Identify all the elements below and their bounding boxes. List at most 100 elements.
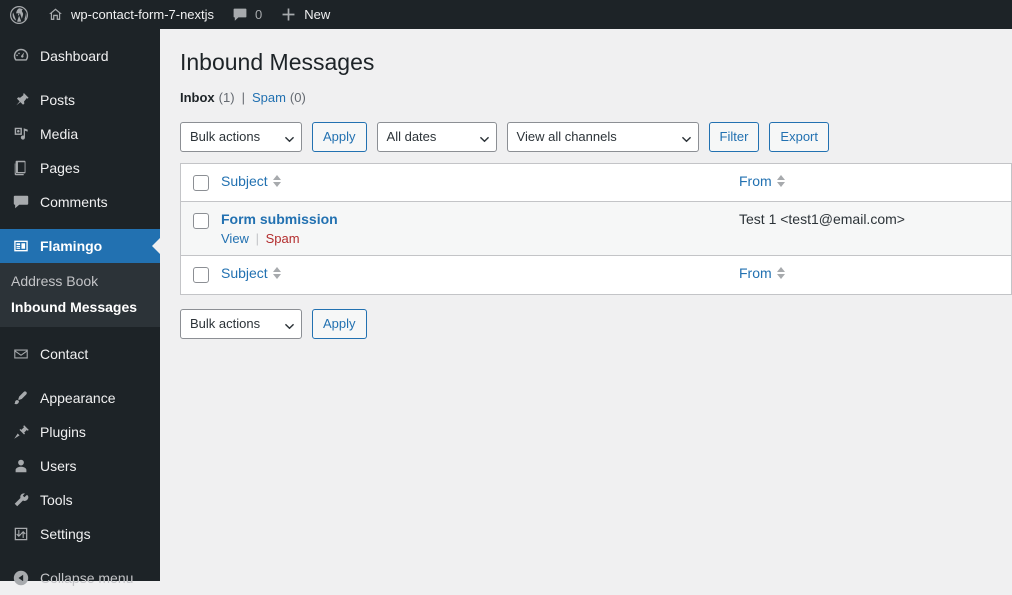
- page-title: Inbound Messages: [180, 49, 375, 75]
- bulk-actions-value: Bulk actions: [190, 129, 261, 145]
- view-link-spam[interactable]: Spam: [252, 90, 286, 105]
- select-all-cell-top: [181, 164, 221, 191]
- media-icon: [11, 124, 31, 144]
- admin-bar: wp-contact-form-7-nextjs 0 New: [0, 0, 1012, 29]
- filter-button[interactable]: Filter: [708, 121, 760, 152]
- column-header-from-top: From: [721, 164, 1011, 198]
- sidebar-item-tools[interactable]: Tools: [0, 483, 160, 517]
- cell-from: Test 1 <test1@email.com>: [721, 202, 1011, 236]
- sidebar-item-posts[interactable]: Posts: [0, 83, 160, 117]
- select-all-cell-bottom: [181, 256, 221, 283]
- messages-table: Subject From Form submission View | Spam…: [180, 162, 1012, 295]
- sidebar-item-label: Users: [40, 458, 77, 474]
- menu-spacer-top: [0, 29, 160, 39]
- sidebar-item-appearance[interactable]: Appearance: [0, 381, 160, 415]
- row-actions: View | Spam: [221, 231, 721, 246]
- sort-link-from-top[interactable]: From: [739, 173, 785, 189]
- chevron-down-icon: [681, 135, 691, 144]
- row-action-spam[interactable]: Spam: [266, 231, 300, 246]
- comments-count: 0: [255, 7, 263, 22]
- views-separator: |: [241, 89, 245, 105]
- sidebar-item-label: Media: [40, 126, 79, 142]
- column-header-from-bottom: From: [721, 256, 1011, 290]
- collapse-menu-label: Collapse menu: [40, 570, 134, 586]
- tablenav-bottom: Bulk actions Apply: [180, 308, 1012, 339]
- table-header-row: Subject From: [181, 163, 1011, 202]
- chevron-down-icon: [285, 322, 294, 331]
- sidebar-item-settings[interactable]: Settings: [0, 517, 160, 551]
- chevron-down-icon: [479, 135, 489, 144]
- channel-filter-select[interactable]: View all channels: [506, 121, 699, 152]
- apply-button-top[interactable]: Apply: [312, 121, 367, 152]
- column-label: From: [739, 172, 772, 189]
- column-label: Subject: [221, 264, 268, 281]
- message-subject-link[interactable]: Form submission: [221, 211, 338, 227]
- bulk-actions-select-bottom[interactable]: Bulk actions: [180, 308, 302, 339]
- table-row: Form submission View | Spam Test 1 <test…: [181, 201, 1011, 256]
- sidebar-item-label: Appearance: [40, 390, 116, 406]
- comments-menu-item[interactable]: 0: [223, 0, 271, 29]
- sort-link-subject-bottom[interactable]: Subject: [221, 265, 281, 281]
- collapse-menu-button[interactable]: Collapse menu: [0, 561, 160, 595]
- date-filter-select[interactable]: All dates: [376, 121, 497, 152]
- sidebar-item-label: Settings: [40, 526, 91, 542]
- submenu-item-label: Address Book: [11, 273, 99, 289]
- bulk-actions-select-top[interactable]: Bulk actions: [180, 121, 302, 152]
- site-name-menu-item[interactable]: wp-contact-form-7-nextjs: [38, 0, 223, 29]
- sort-arrows-icon: [272, 174, 281, 187]
- submenu-item-address-book[interactable]: Address Book: [0, 268, 160, 294]
- wordpress-logo-icon: [9, 5, 29, 25]
- apply-button-bottom[interactable]: Apply: [312, 308, 367, 339]
- sort-arrows-icon: [776, 266, 785, 279]
- sidebar-item-label: Pages: [40, 160, 80, 176]
- envelope-icon: [11, 344, 31, 364]
- view-link-inbox[interactable]: Inbox: [180, 90, 215, 105]
- submenu-item-inbound-messages[interactable]: Inbound Messages: [0, 294, 160, 320]
- sidebar-item-users[interactable]: Users: [0, 449, 160, 483]
- select-all-checkbox-top[interactable]: [193, 174, 209, 191]
- sort-arrows-icon: [776, 174, 785, 187]
- menu-spacer: [0, 219, 160, 229]
- sidebar-item-media[interactable]: Media: [0, 117, 160, 151]
- select-all-checkbox-bottom[interactable]: [193, 266, 209, 283]
- export-button[interactable]: Export: [769, 121, 829, 152]
- row-checkbox[interactable]: [193, 212, 209, 229]
- column-header-subject-bottom: Subject: [221, 256, 721, 290]
- sidebar-item-pages[interactable]: Pages: [0, 151, 160, 185]
- flamingo-submenu: Address Book Inbound Messages: [0, 263, 160, 327]
- pin-icon: [11, 90, 31, 110]
- bulk-actions-value: Bulk actions: [190, 316, 261, 332]
- sidebar-item-plugins[interactable]: Plugins: [0, 415, 160, 449]
- sidebar-item-label: Comments: [40, 194, 108, 210]
- settings-sliders-icon: [11, 524, 31, 544]
- sidebar-item-label: Contact: [40, 346, 89, 362]
- home-icon: [47, 6, 64, 23]
- flamingo-icon: [11, 236, 31, 256]
- menu-spacer: [0, 551, 160, 561]
- channel-filter-value: View all channels: [516, 129, 617, 145]
- sidebar-item-label: Flamingo: [40, 238, 103, 254]
- tablenav-top: Bulk actions Apply All dates View all ch…: [180, 121, 1012, 152]
- date-filter-value: All dates: [386, 129, 437, 145]
- new-content-label: New: [304, 7, 331, 22]
- sort-link-subject-top[interactable]: Subject: [221, 173, 281, 189]
- cell-subject: Form submission View | Spam: [221, 202, 721, 255]
- menu-spacer: [0, 327, 160, 337]
- pages-icon: [11, 158, 31, 178]
- sidebar-item-label: Tools: [40, 492, 73, 508]
- admin-sidebar-menu: Dashboard Posts Media Pages Comments Fla…: [0, 29, 160, 586]
- column-label: From: [739, 264, 772, 281]
- row-actions-separator: |: [255, 230, 259, 246]
- chevron-down-icon: [285, 135, 294, 144]
- sidebar-item-contact[interactable]: Contact: [0, 337, 160, 371]
- sidebar-item-dashboard[interactable]: Dashboard: [0, 39, 160, 73]
- sidebar-item-comments[interactable]: Comments: [0, 185, 160, 219]
- brush-icon: [11, 388, 31, 408]
- row-action-view[interactable]: View: [221, 231, 249, 246]
- sidebar-item-label: Posts: [40, 92, 76, 108]
- new-content-menu-item[interactable]: New: [271, 0, 339, 29]
- sort-link-from-bottom[interactable]: From: [739, 265, 785, 281]
- views-filter-list: Inbox (1) | Spam (0): [180, 90, 1012, 105]
- sidebar-item-flamingo[interactable]: Flamingo: [0, 229, 160, 263]
- wp-logo-menu-item[interactable]: [0, 0, 38, 29]
